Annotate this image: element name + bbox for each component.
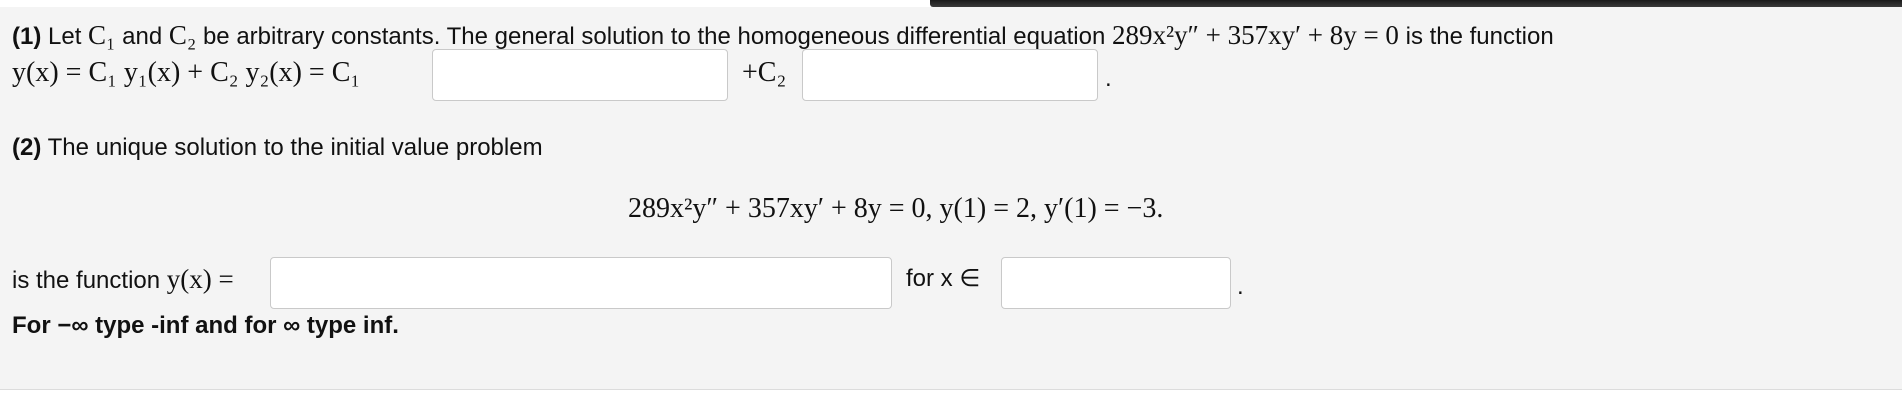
- for-x-in-label: for x ∈: [906, 265, 981, 292]
- general-solution-expression: y(x) = C₁ y₁(x) + C₂ y₂(x) = C₁: [12, 57, 361, 88]
- interval-input[interactable]: [1001, 257, 1231, 309]
- ivp-equation: 289x²y″ + 357xy′ + 8y = 0, y(1) = 2, y′(…: [628, 193, 1164, 224]
- part1-text-before: Let: [41, 23, 89, 50]
- part1-end-period: .: [1105, 65, 1112, 92]
- part2-statement: (2) The unique solution to the initial v…: [12, 133, 543, 163]
- window-top-bar: [930, 0, 1902, 7]
- question-panel: (1) Let C₁ and C₂ be arbitrary constants…: [0, 7, 1902, 390]
- part1-text-middle: be arbitrary constants. The general solu…: [196, 23, 1112, 50]
- part2-label: (2): [12, 134, 42, 161]
- infinity-hint: For −∞ type -inf and for ∞ type inf.: [12, 312, 399, 339]
- y1-answer-input[interactable]: [432, 49, 728, 101]
- part1-text-after: is the function: [1398, 23, 1554, 50]
- part1-label: (1): [12, 23, 42, 50]
- part1-text-and: and: [115, 23, 169, 50]
- is-the-function-text: is the function: [12, 267, 167, 294]
- plus-c2-label: +C₂: [742, 57, 787, 88]
- constant-c2: C₂: [168, 20, 197, 50]
- y-of-x-label: y(x) =: [166, 264, 234, 294]
- part2-end-period: .: [1237, 273, 1244, 300]
- part2-intro: The unique solution to the initial value…: [41, 134, 543, 161]
- ivp-solution-input[interactable]: [270, 257, 892, 309]
- y2-answer-input[interactable]: [802, 49, 1098, 101]
- constant-c1: C₁: [88, 20, 116, 50]
- part1-statement: (1) Let C₁ and C₂ be arbitrary constants…: [12, 20, 1554, 52]
- part1-equation: 289x²y″ + 357xy′ + 8y = 0: [1112, 20, 1399, 50]
- part2-function-line: is the function y(x) =: [12, 264, 234, 296]
